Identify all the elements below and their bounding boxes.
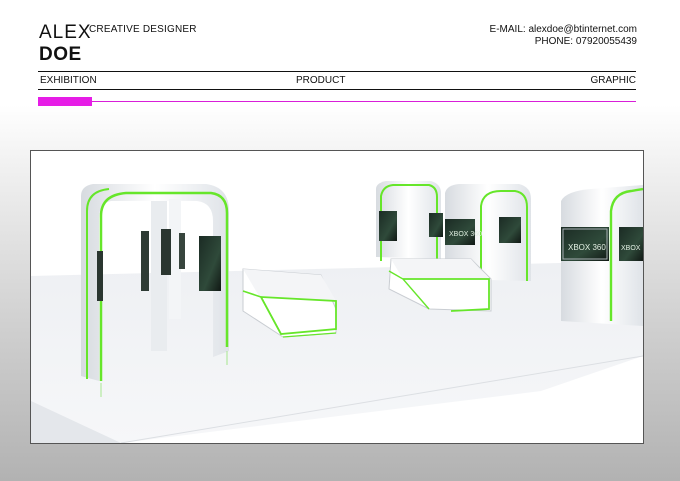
exhibition-scene: XBOX 360 XBOX 360 XBOX [31, 151, 643, 443]
role-title: CREATIVE DESIGNER [89, 24, 197, 35]
xbox-screen-label-2: XBOX 360 [568, 243, 606, 252]
nav-rule-top [38, 71, 636, 72]
email-text[interactable]: E-MAIL: alexdoe@btinternet.com [490, 24, 637, 36]
name-last: DOE [39, 44, 82, 65]
exhibition-render: XBOX 360 XBOX 360 XBOX [30, 150, 644, 444]
nav-rule-bottom [38, 89, 636, 90]
phone-text: PHONE: 07920055439 [534, 36, 637, 47]
progress-fill [38, 97, 92, 106]
nav-item-product[interactable]: PRODUCT [296, 75, 345, 86]
nav-item-exhibition[interactable]: EXHIBITION [40, 75, 97, 86]
contact-info: E-MAIL: alexdoe@btinternet.com PHONE: 07… [490, 24, 637, 48]
xbox-screen-label-3: XBOX [621, 245, 641, 252]
nav-item-graphic[interactable]: GRAPHIC [590, 75, 636, 86]
progress-track [38, 101, 636, 102]
name-first: ALEX [39, 22, 92, 43]
xbox-screen-label-1: XBOX 360 [449, 231, 482, 238]
nav-bar: EXHIBITION PRODUCT GRAPHIC [38, 75, 636, 89]
